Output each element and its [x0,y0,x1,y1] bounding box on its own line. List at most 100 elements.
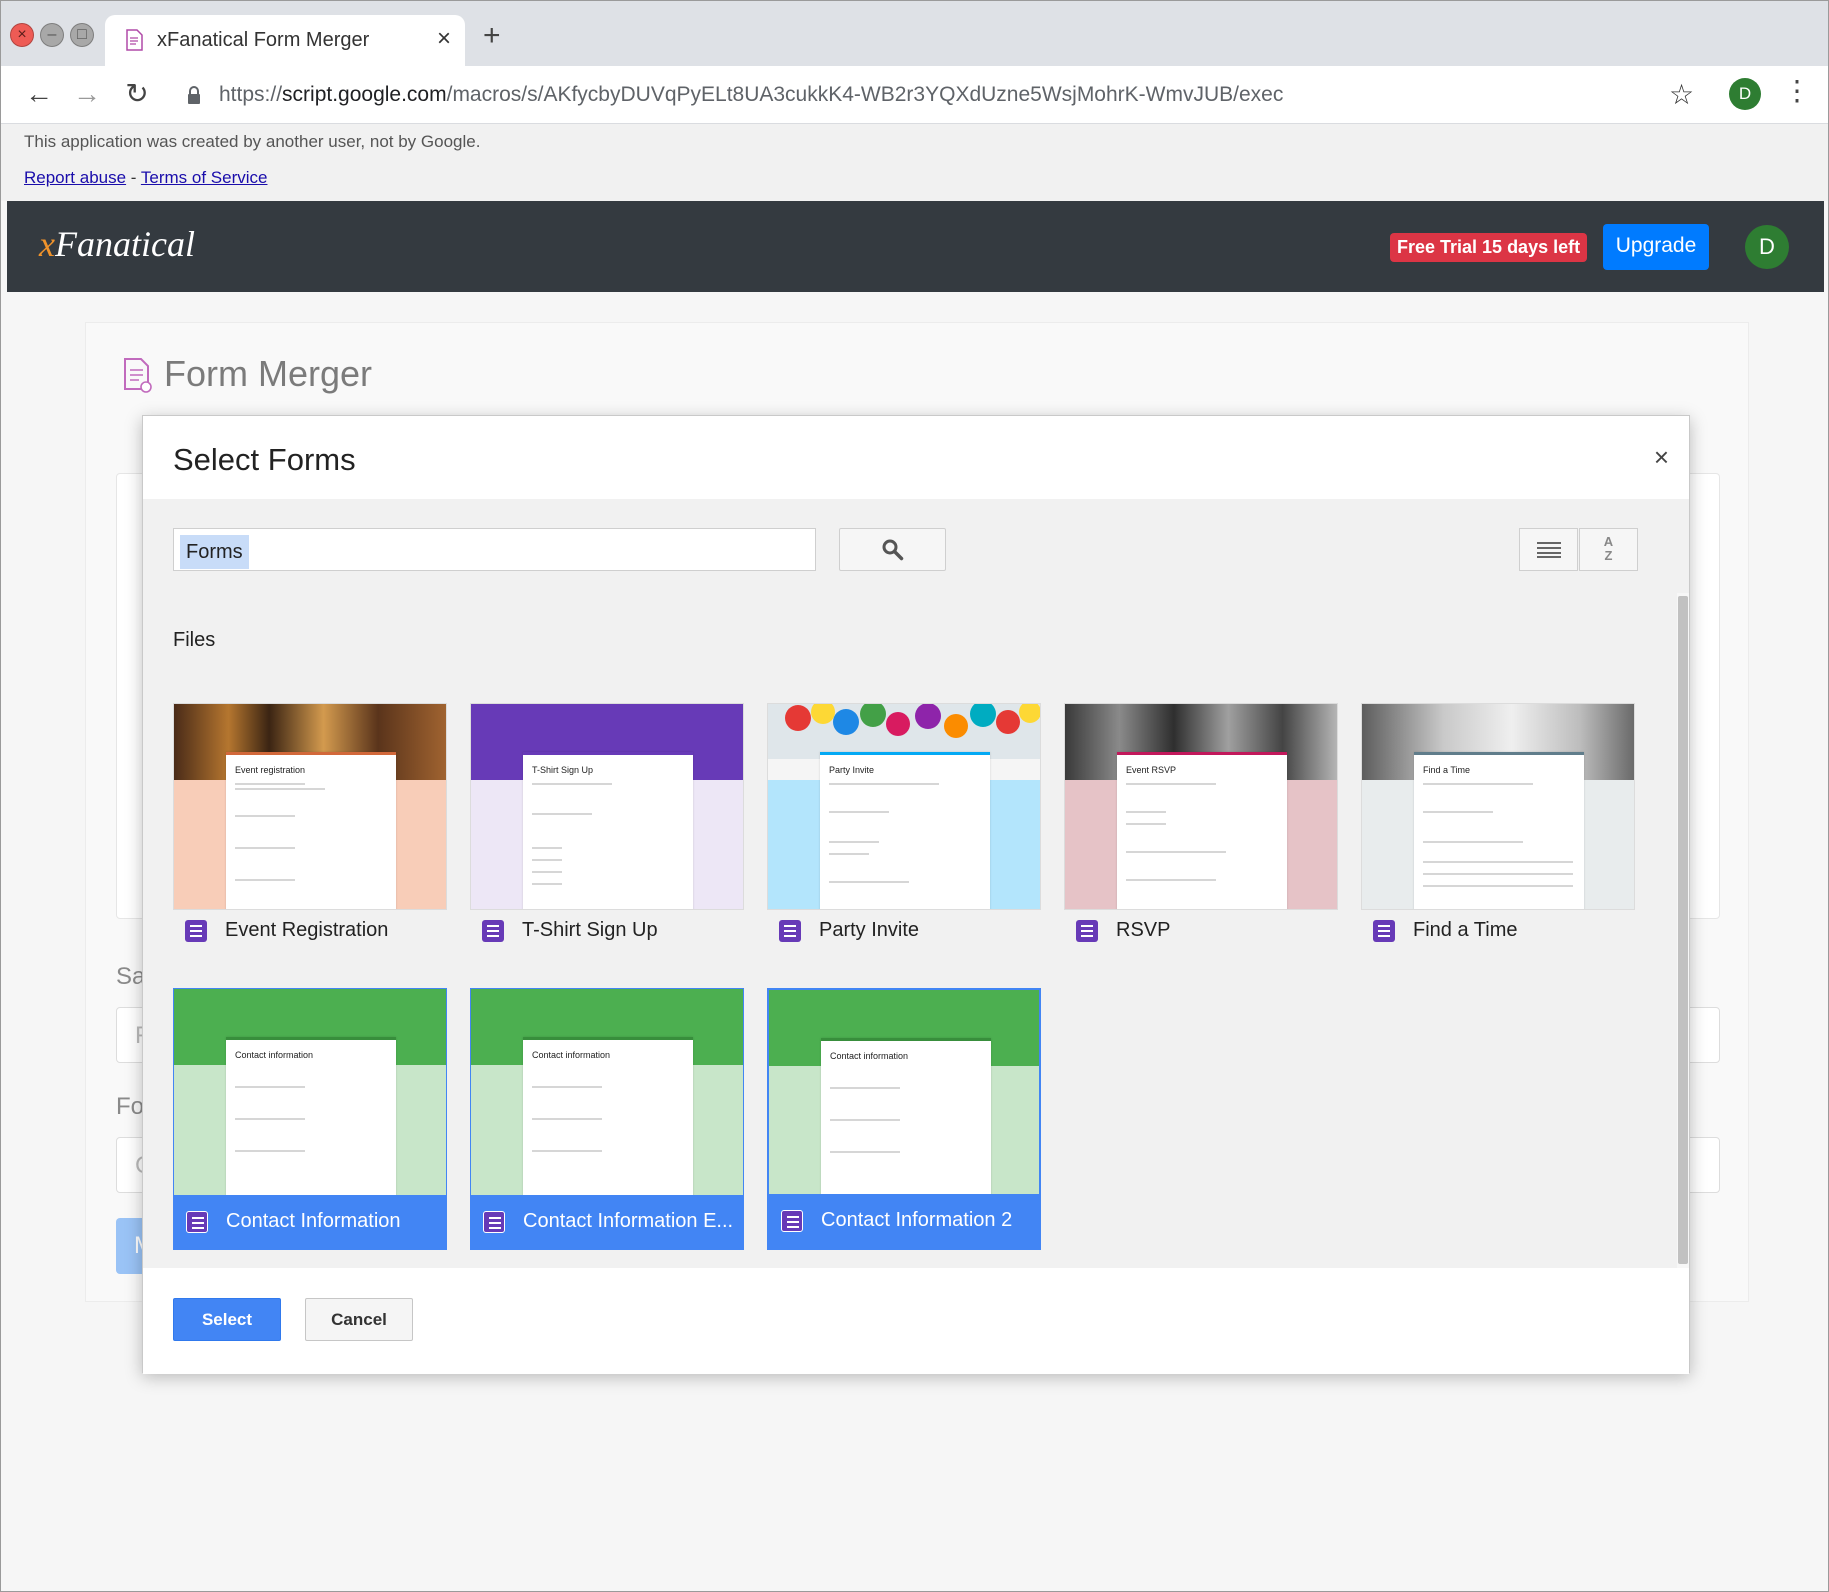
preview-line [532,1086,602,1088]
form-preview-sheet: Event registration [226,752,396,909]
lock-icon [188,86,200,104]
back-arrow-icon[interactable]: ← [21,76,57,112]
google-forms-icon [186,1211,208,1233]
search-input-value: Forms [180,535,249,569]
logo-text: Fanatical [54,224,195,264]
search-button[interactable] [839,528,946,571]
maximize-icon: □ [77,26,87,43]
form-thumbnail-contact-information-e[interactable]: Contact information Contact Information … [470,988,744,1250]
window-close-button[interactable]: × [10,23,34,47]
forward-arrow-icon[interactable]: → [69,76,105,112]
file-item-tshirt-sign-up[interactable]: T-Shirt Sign Up [470,915,744,951]
form-preview-sheet: Find a Time [1414,752,1584,909]
new-tab-icon[interactable]: + [483,21,501,51]
google-forms-icon [482,920,504,942]
preview-line [235,879,295,881]
google-forms-icon [185,920,207,942]
file-item-party-invite[interactable]: Party Invite [767,915,1041,951]
file-name-label: Contact Information [226,1210,401,1232]
form-merger-icon [124,358,152,393]
google-forms-icon [781,1210,803,1232]
form-preview-sheet: Contact information [523,1037,693,1207]
file-name-label: Contact Information 2 [821,1209,1013,1231]
browser-profile-avatar[interactable]: D [1729,78,1761,110]
xfanatical-logo[interactable]: xFanatical [39,223,195,265]
window-minimize-button[interactable]: – [40,23,64,47]
form-thumbnail-tshirt-sign-up[interactable]: T-Shirt Sign Up [470,703,744,910]
file-grid-scroll-thumb[interactable] [1678,596,1688,1264]
file-item-contact-information-e[interactable]: Contact Information E... [471,1195,743,1249]
url-scheme: https:// [219,83,283,106]
reload-icon[interactable]: ↻ [119,76,155,112]
file-item-rsvp[interactable]: RSVP [1064,915,1338,951]
preview-title: Find a Time [1423,765,1471,775]
file-name-label: Contact Information E... [523,1210,734,1232]
list-view-button[interactable] [1519,528,1578,571]
preview-title: Event registration [235,765,306,775]
app-header: xFanatical Free Trial 15 days left Upgra… [7,201,1824,292]
select-button[interactable]: Select [173,1298,281,1341]
sort-az-icon-bottom: Z [1604,548,1613,563]
preview-line [235,783,305,785]
preview-line [829,811,889,813]
form-thumbnail-event-registration[interactable]: Event registration [173,703,447,910]
preview-line [532,1118,602,1120]
logo-x: x [39,224,55,264]
file-name-label: RSVP [1116,919,1171,941]
preview-line [829,881,909,883]
preview-line [235,815,295,817]
browser-menu-icon[interactable]: ⋮ [1783,76,1811,106]
preview-line [235,1086,305,1088]
form-thumbnail-contact-information[interactable]: Contact information Contact Information [173,988,447,1250]
form-preview-sheet: Contact information [226,1037,396,1207]
search-input[interactable]: Forms [173,528,816,571]
files-section-label: Files [173,629,216,651]
report-abuse-link[interactable]: Report abuse [24,168,126,187]
form-thumbnail-party-invite[interactable]: Party Invite [767,703,1041,910]
file-item-contact-information-2[interactable]: Contact Information 2 [769,1194,1039,1248]
preview-line [532,813,592,815]
google-notice: This application was created by another … [1,124,1828,201]
dialog-close-icon[interactable]: × [1654,444,1669,470]
form-merger-favicon-icon [126,29,143,51]
google-forms-icon [1076,920,1098,942]
cancel-button[interactable]: Cancel [305,1298,413,1341]
browser-tab[interactable]: xFanatical Form Merger × [105,15,465,66]
browser-toolbar: ← → ↻ https://script.google.com/macros/s… [1,66,1828,124]
file-name-label: Find a Time [1413,919,1518,941]
tab-title: xFanatical Form Merger [157,29,370,51]
address-bar[interactable]: https://script.google.com/macros/s/AKfyc… [219,83,1283,107]
dialog-title: Select Forms [173,442,356,477]
form-thumbnail-rsvp[interactable]: Event RSVP [1064,703,1338,910]
preview-line [532,847,562,849]
form-thumbnail-find-a-time[interactable]: Find a Time [1361,703,1635,910]
select-forms-dialog: Select Forms × Forms A Z Files Event reg… [142,415,1690,1374]
upgrade-button[interactable]: Upgrade [1603,224,1709,270]
window-maximize-button[interactable]: □ [70,23,94,47]
form-preview-sheet: Party Invite [820,752,990,909]
page-title: Form Merger [164,353,373,394]
preview-line [1126,823,1166,825]
file-item-event-registration[interactable]: Event Registration [173,915,447,951]
preview-line [1126,811,1166,813]
google-forms-icon [779,920,801,942]
preview-line [532,883,562,885]
preview-title: T-Shirt Sign Up [532,765,594,775]
preview-title: Contact information [532,1050,611,1060]
preview-line [532,859,562,861]
file-item-find-a-time[interactable]: Find a Time [1361,915,1635,951]
preview-line [235,788,325,790]
user-avatar[interactable]: D [1745,225,1789,269]
bookmark-star-icon[interactable]: ☆ [1669,78,1694,111]
sort-az-button[interactable]: A Z [1579,528,1638,571]
file-item-contact-information[interactable]: Contact Information [174,1195,446,1249]
preview-line [1126,783,1216,785]
form-thumbnail-contact-information-2[interactable]: Contact information Contact Information … [767,988,1041,1250]
terms-of-service-link[interactable]: Terms of Service [141,168,268,187]
preview-line [830,1119,900,1121]
dialog-footer: Select Cancel [143,1268,1689,1374]
minimize-icon: – [47,26,57,43]
tab-close-icon[interactable]: × [437,25,451,53]
form-preview-sheet: Contact information [821,1038,991,1208]
free-trial-badge: Free Trial 15 days left [1390,233,1588,262]
